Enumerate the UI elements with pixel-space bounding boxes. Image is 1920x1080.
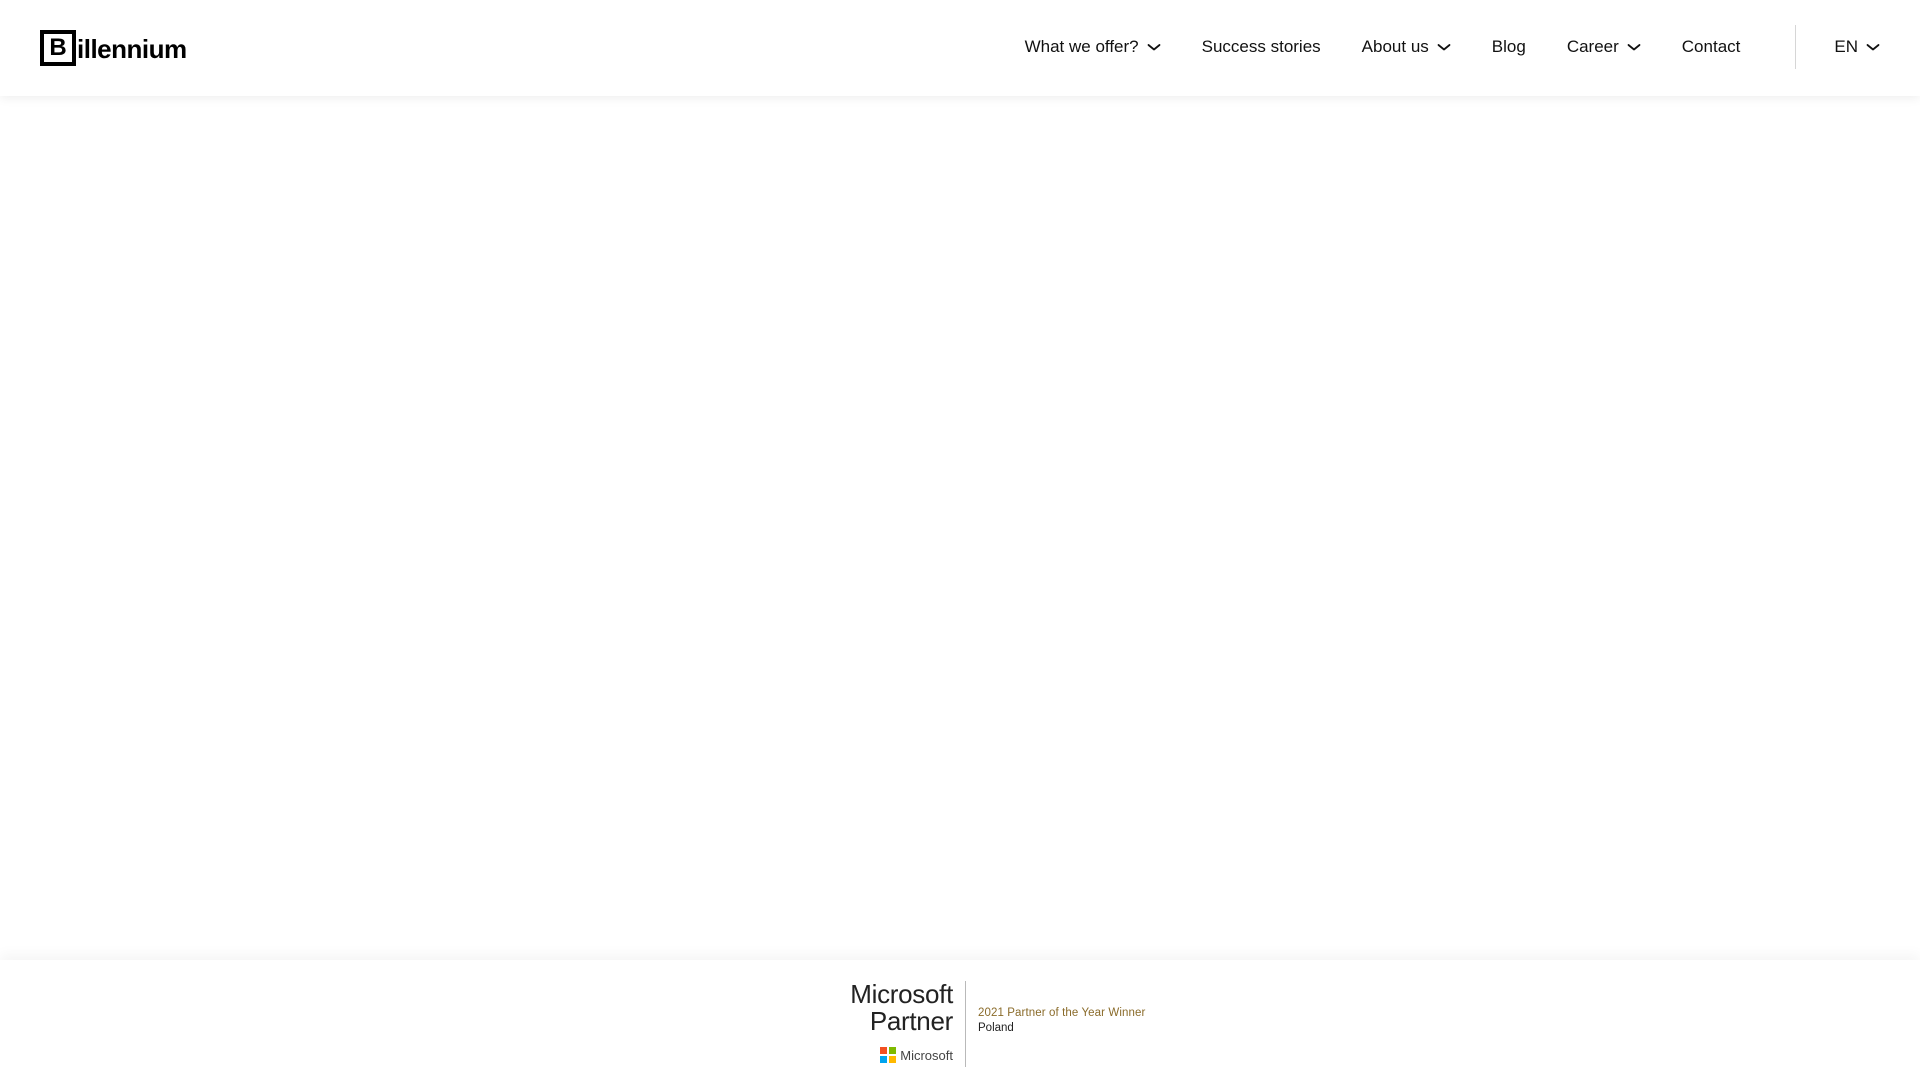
chevron-down-icon	[1437, 43, 1451, 52]
language-label: EN	[1834, 37, 1858, 56]
nav-item-label: Career	[1566, 37, 1619, 56]
chevron-down-icon	[1866, 43, 1880, 52]
nav-item-label: Contact	[1681, 37, 1741, 56]
nav-divider	[1795, 25, 1797, 69]
chevron-down-icon	[1627, 43, 1641, 52]
nav-item-label: Success stories	[1201, 37, 1321, 56]
microsoft-brand-label: Microsoft	[900, 1047, 953, 1063]
nav-item-about-us[interactable]: About us	[1362, 37, 1451, 57]
language-selector[interactable]: EN	[1834, 37, 1880, 57]
partner-divider	[965, 981, 966, 1067]
logo-text: illennium	[77, 34, 187, 64]
nav-item-success-stories[interactable]: Success stories	[1202, 37, 1321, 57]
chevron-down-icon	[1147, 43, 1161, 52]
partner-title-line2: Partner	[869, 1006, 953, 1036]
award-country: Poland	[978, 1022, 1014, 1034]
nav-item-label: What we offer?	[1024, 37, 1139, 56]
main-content	[0, 96, 1920, 960]
nav-item-career[interactable]: Career	[1567, 37, 1641, 57]
microsoft-partner-badge: Microsoft Partner Microsoft 2021 Partner…	[843, 981, 1145, 1067]
nav-item-what-we-offer[interactable]: What we offer?	[1025, 37, 1161, 57]
logo-letter: B	[40, 30, 76, 66]
nav-item-label: Blog	[1491, 37, 1526, 56]
site-header: B illennium What we offer? Success stori…	[0, 0, 1920, 96]
partner-title-line1: Microsoft	[850, 979, 953, 1009]
microsoft-logo-icon	[880, 1047, 897, 1063]
partner-footer: Microsoft Partner Microsoft 2021 Partner…	[0, 960, 1920, 1080]
partner-title-block: Microsoft Partner Microsoft	[843, 981, 953, 1067]
nav-item-blog[interactable]: Blog	[1492, 37, 1526, 57]
nav-item-contact[interactable]: Contact	[1682, 37, 1741, 57]
microsoft-brand: Microsoft	[843, 1047, 953, 1063]
main-nav: What we offer? Success stories About us …	[1025, 0, 1880, 94]
nav-item-label: About us	[1361, 37, 1429, 56]
award-text: 2021 Partner of the Year Winner	[978, 1007, 1146, 1019]
partner-award-block: 2021 Partner of the Year Winner Poland	[978, 981, 1145, 1067]
billennium-logo[interactable]: B illennium	[40, 30, 187, 66]
